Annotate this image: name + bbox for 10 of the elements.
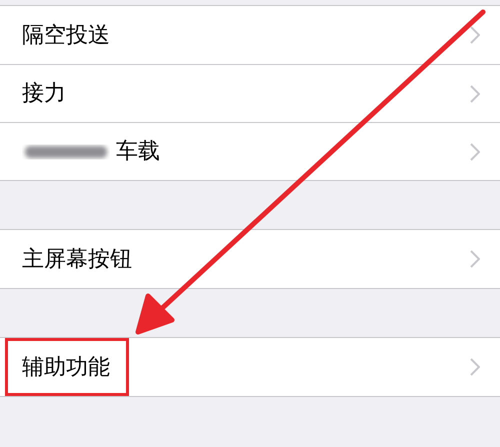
chevron-icon [470, 26, 480, 44]
row-label: 接力 [22, 80, 66, 108]
chevron-icon [470, 84, 480, 102]
row-label: 辅助功能 [22, 354, 110, 382]
row-label: 车载 [116, 138, 160, 166]
chevron-icon [470, 142, 480, 160]
chevron-icon [470, 358, 480, 376]
row-label: 隔空投送 [22, 22, 110, 50]
chevron-icon [470, 250, 480, 268]
row-label: 主屏幕按钮 [22, 246, 132, 274]
